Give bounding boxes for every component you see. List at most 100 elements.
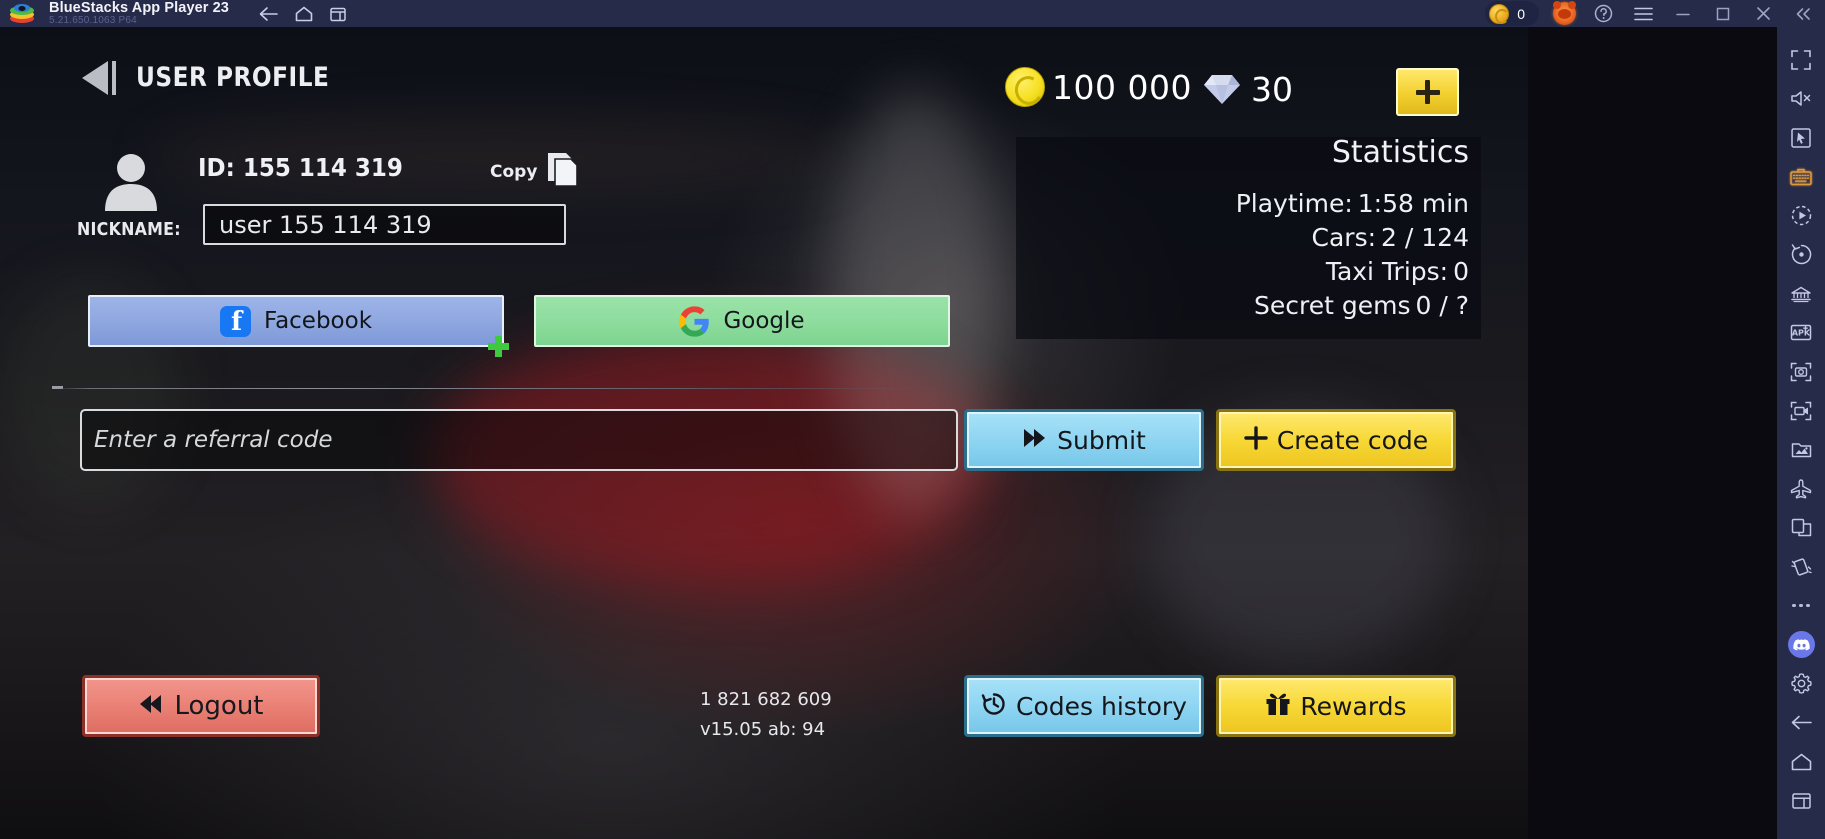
sidebar-item-more-options[interactable] — [1777, 586, 1825, 625]
bear-avatar-icon[interactable] — [1553, 1, 1576, 25]
build-number: 1 821 682 609 — [700, 689, 832, 710]
maximize-icon[interactable] — [1710, 0, 1736, 27]
referral-placeholder: Enter a referral code — [94, 427, 333, 453]
sidebar-item-install-apk[interactable]: APK — [1777, 313, 1825, 352]
user-avatar-icon — [100, 149, 162, 211]
add-currency-button[interactable] — [1396, 68, 1459, 116]
google-login-button[interactable]: Google — [534, 295, 950, 347]
facebook-login-button[interactable]: Facebook — [88, 295, 504, 347]
sidebar-item-macro-recorder[interactable] — [1777, 196, 1825, 235]
google-icon — [679, 305, 710, 337]
close-icon[interactable] — [1750, 0, 1776, 27]
gold-coin-icon — [1005, 67, 1045, 107]
sidebar-item-fullscreen[interactable] — [1777, 40, 1825, 79]
atm-icon — [1790, 285, 1812, 303]
diamond-icon — [1203, 73, 1241, 106]
logout-label: Logout — [174, 691, 264, 721]
coin-value: 100 000 — [1052, 67, 1192, 107]
copy-pages-icon — [546, 151, 579, 193]
back-triangle-icon[interactable] — [78, 58, 124, 98]
green-plus-icon[interactable] — [488, 336, 509, 357]
nickname-input[interactable]: user 155 114 319 — [203, 204, 566, 245]
screenshot-icon — [1790, 362, 1812, 382]
more-dots-icon — [1792, 603, 1810, 608]
version-line: v15.05 ab: 94 — [700, 718, 826, 740]
home-icon — [1791, 753, 1812, 771]
rewards-label: Rewards — [1300, 691, 1407, 721]
sidebar-item-eco-mode[interactable] — [1777, 469, 1825, 508]
facebook-icon — [219, 305, 251, 337]
stat-value: 0 / ? — [1415, 291, 1470, 320]
stat-row: Playtime: 1:58 min — [1236, 189, 1469, 218]
rotate-icon — [1791, 244, 1812, 265]
minimize-icon[interactable] — [1670, 0, 1696, 27]
stat-label: Playtime: — [1235, 189, 1353, 218]
game-viewport: USER PROFILE 100 000 30 NICKNAME: ID: 15… — [0, 27, 1528, 839]
sidebar-item-copy-instance[interactable] — [1777, 508, 1825, 547]
sidebar-item-real-time-translation[interactable] — [1777, 274, 1825, 313]
sidebar-item-game-controls[interactable] — [1777, 118, 1825, 157]
video-record-icon — [1790, 401, 1812, 421]
section-divider — [54, 388, 954, 389]
submit-label: Submit — [1057, 425, 1146, 455]
title-bar: BlueStacks App Player 23 5.21.650.1063 P… — [0, 0, 1825, 27]
back-arrow-icon — [1791, 714, 1812, 731]
page-title: USER PROFILE — [136, 62, 330, 93]
gem-balance: 30 — [1203, 70, 1293, 109]
collapse-sidebar-icon[interactable] — [1790, 0, 1816, 27]
sidebar-item-screenshot[interactable] — [1777, 352, 1825, 391]
multi-instance-icon[interactable] — [330, 6, 347, 22]
nickname-label: NICKNAME: — [77, 219, 181, 240]
stat-label: Taxi Trips: — [1325, 257, 1449, 286]
nickname-value: user 155 114 319 — [219, 210, 432, 239]
svg-text:APK: APK — [1792, 329, 1811, 338]
discord-icon — [1787, 631, 1815, 658]
home-icon[interactable] — [295, 6, 313, 22]
sidebar-item-android-recents[interactable] — [1777, 781, 1825, 820]
rewards-button[interactable]: Rewards — [1216, 675, 1456, 737]
bluestacks-sidebar: APK — [1777, 27, 1825, 839]
sidebar-item-record-screen[interactable] — [1777, 391, 1825, 430]
stat-value: 0 — [1453, 257, 1469, 286]
sidebar-item-discord[interactable] — [1777, 625, 1825, 664]
gear-icon — [1790, 673, 1812, 694]
codes-history-label: Codes history — [1016, 691, 1187, 721]
stat-row: Secret gems 0 / ? — [1236, 291, 1469, 320]
sidebar-item-android-back[interactable] — [1777, 703, 1825, 742]
titlebar-nav — [259, 6, 347, 22]
sidebar-item-shake-device[interactable] — [1777, 547, 1825, 586]
window-title: BlueStacks App Player 23 5.21.650.1063 P… — [49, 0, 229, 27]
stat-value: 2 / 124 — [1381, 223, 1469, 252]
stat-value: 1:58 min — [1357, 189, 1469, 218]
referral-code-input[interactable]: Enter a referral code — [80, 409, 958, 471]
hamburger-menu-icon[interactable] — [1630, 0, 1656, 27]
airplane-icon — [1790, 478, 1812, 499]
sidebar-item-keyboard-controls[interactable] — [1777, 157, 1825, 196]
sidebar-item-settings[interactable] — [1777, 664, 1825, 703]
gem-value: 30 — [1251, 70, 1293, 109]
create-code-button[interactable]: Create code — [1216, 409, 1456, 471]
help-circle-icon[interactable] — [1590, 0, 1616, 27]
coin-icon — [1489, 3, 1510, 24]
double-chevron-left-icon — [138, 692, 164, 721]
apk-install-icon: APK — [1790, 323, 1812, 342]
submit-button[interactable]: Submit — [964, 409, 1204, 471]
double-chevron-right-icon — [1022, 426, 1048, 455]
create-code-label: Create code — [1276, 425, 1429, 455]
logout-button[interactable]: Logout — [82, 675, 320, 737]
sidebar-item-mute-volume[interactable] — [1777, 79, 1825, 118]
copy-id-button[interactable]: Copy — [490, 151, 579, 193]
points-pill[interactable]: 0 — [1485, 1, 1539, 26]
statistics-list: Playtime: 1:58 min Cars: 2 / 124 Taxi Trip… — [1236, 189, 1469, 325]
sidebar-item-rotate-screen[interactable] — [1777, 235, 1825, 274]
sidebar-item-android-home[interactable] — [1777, 742, 1825, 781]
gift-icon — [1265, 691, 1291, 721]
game-header: USER PROFILE 100 000 30 — [0, 46, 1528, 116]
bluestacks-window: BlueStacks App Player 23 5.21.650.1063 P… — [0, 0, 1825, 839]
sidebar-item-media-manager[interactable] — [1777, 430, 1825, 469]
coin-balance: 100 000 — [1005, 67, 1192, 107]
codes-history-button[interactable]: Codes history — [964, 675, 1204, 737]
back-arrow-icon[interactable] — [259, 6, 278, 22]
stat-row: Taxi Trips: 0 — [1236, 257, 1469, 286]
bluestacks-logo-icon — [9, 3, 35, 25]
